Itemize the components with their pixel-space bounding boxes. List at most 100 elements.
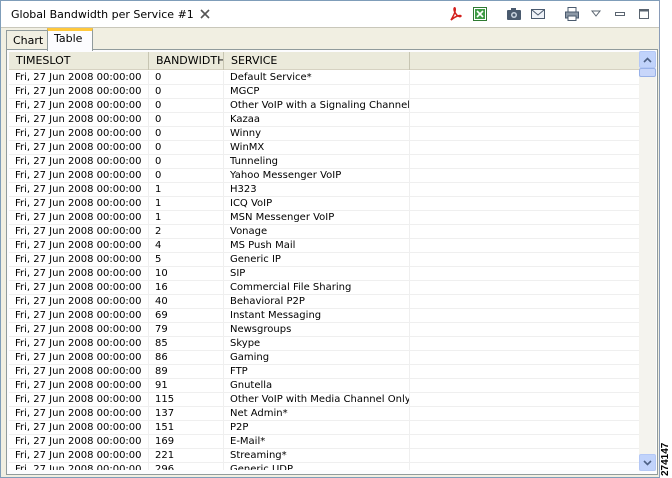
cell-filler — [410, 197, 639, 210]
cell-filler — [410, 183, 639, 196]
mail-icon[interactable] — [529, 5, 547, 23]
cell-filler — [410, 141, 639, 154]
table-row[interactable]: Fri, 27 Jun 2008 00:00:00 0 Default Servic… — [9, 71, 639, 85]
table-row[interactable]: Fri, 27 Jun 2008 00:00:00 5 Generic IP — [9, 253, 639, 267]
cell-timeslot: Fri, 27 Jun 2008 00:00:00 — [9, 365, 149, 378]
report-view: Global Bandwidth per Service #1 Chart Ta… — [0, 0, 660, 478]
close-icon[interactable] — [200, 8, 210, 20]
camera-icon[interactable] — [505, 5, 523, 23]
cell-service: Skype — [224, 337, 410, 350]
cell-filler — [410, 239, 639, 252]
table-row[interactable]: Fri, 27 Jun 2008 00:00:00 0 Winny — [9, 127, 639, 141]
table-row[interactable]: Fri, 27 Jun 2008 00:00:00 0 Tunneling — [9, 155, 639, 169]
cell-service: MS Push Mail — [224, 239, 410, 252]
cell-timeslot: Fri, 27 Jun 2008 00:00:00 — [9, 155, 149, 168]
table-panel: TIMESLOT BANDWIDTH SERVICE Fri, 27 Jun 2… — [6, 49, 658, 475]
cell-bandwidth: 296 — [149, 463, 224, 470]
cell-timeslot: Fri, 27 Jun 2008 00:00:00 — [9, 393, 149, 406]
cell-filler — [410, 281, 639, 294]
table-row[interactable]: Fri, 27 Jun 2008 00:00:00 296 Generic UDP — [9, 463, 639, 470]
scroll-up-button[interactable] — [639, 51, 656, 68]
table-row[interactable]: Fri, 27 Jun 2008 00:00:00 2 Vonage — [9, 225, 639, 239]
cell-filler — [410, 127, 639, 140]
cell-service: MSN Messenger VoIP — [224, 211, 410, 224]
vertical-scrollbar[interactable] — [639, 51, 656, 471]
table-row[interactable]: Fri, 27 Jun 2008 00:00:00 1 MSN Messenger … — [9, 211, 639, 225]
view-title-tab[interactable]: Global Bandwidth per Service #1 — [1, 1, 210, 27]
table-row[interactable]: Fri, 27 Jun 2008 00:00:00 0 Kazaa — [9, 113, 639, 127]
cell-filler — [410, 155, 639, 168]
cell-filler — [410, 379, 639, 392]
scroll-down-button[interactable] — [639, 454, 656, 471]
view-title: Global Bandwidth per Service #1 — [11, 7, 194, 21]
cell-timeslot: Fri, 27 Jun 2008 00:00:00 — [9, 85, 149, 98]
cell-service: Commercial File Sharing — [224, 281, 410, 294]
cell-service: Winny — [224, 127, 410, 140]
table-body: Fri, 27 Jun 2008 00:00:00 0 Default Servic… — [9, 71, 639, 470]
cell-timeslot: Fri, 27 Jun 2008 00:00:00 — [9, 141, 149, 154]
tab-table[interactable]: Table — [47, 28, 93, 51]
table-row[interactable]: Fri, 27 Jun 2008 00:00:00 151 P2P — [9, 421, 639, 435]
table-row[interactable]: Fri, 27 Jun 2008 00:00:00 40 Behavioral P2… — [9, 295, 639, 309]
table-row[interactable]: Fri, 27 Jun 2008 00:00:00 16 Commercial Fi… — [9, 281, 639, 295]
cell-filler — [410, 309, 639, 322]
table-row[interactable]: Fri, 27 Jun 2008 00:00:00 85 Skype — [9, 337, 639, 351]
print-icon[interactable] — [563, 5, 581, 23]
menu-icon[interactable] — [587, 5, 605, 23]
cell-timeslot: Fri, 27 Jun 2008 00:00:00 — [9, 239, 149, 252]
scroll-thumb[interactable] — [639, 68, 656, 77]
tab-strip: Chart Table — [6, 28, 658, 51]
cell-filler — [410, 225, 639, 238]
cell-bandwidth: 0 — [149, 99, 224, 112]
table-row[interactable]: Fri, 27 Jun 2008 00:00:00 0 Other VoIP wit… — [9, 99, 639, 113]
table-row[interactable]: Fri, 27 Jun 2008 00:00:00 4 MS Push Mail — [9, 239, 639, 253]
column-header-service[interactable]: SERVICE — [224, 52, 410, 70]
cell-filler — [410, 323, 639, 336]
cell-bandwidth: 0 — [149, 85, 224, 98]
table-row[interactable]: Fri, 27 Jun 2008 00:00:00 91 Gnutella — [9, 379, 639, 393]
column-header-timeslot[interactable]: TIMESLOT — [9, 52, 149, 70]
table-row[interactable]: Fri, 27 Jun 2008 00:00:00 0 MGCP — [9, 85, 639, 99]
pdf-icon[interactable] — [447, 5, 465, 23]
cell-service: Gaming — [224, 351, 410, 364]
table-row[interactable]: Fri, 27 Jun 2008 00:00:00 115 Other VoIP w… — [9, 393, 639, 407]
table-row[interactable]: Fri, 27 Jun 2008 00:00:00 10 SIP — [9, 267, 639, 281]
cell-filler — [410, 295, 639, 308]
table-row[interactable]: Fri, 27 Jun 2008 00:00:00 89 FTP — [9, 365, 639, 379]
cell-service: Tunneling — [224, 155, 410, 168]
table-row[interactable]: Fri, 27 Jun 2008 00:00:00 86 Gaming — [9, 351, 639, 365]
column-header-bandwidth[interactable]: BANDWIDTH — [149, 52, 224, 70]
cell-filler — [410, 85, 639, 98]
excel-icon[interactable] — [471, 5, 489, 23]
cell-timeslot: Fri, 27 Jun 2008 00:00:00 — [9, 435, 149, 448]
table-row[interactable]: Fri, 27 Jun 2008 00:00:00 169 E-Mail* — [9, 435, 639, 449]
cell-service: Instant Messaging — [224, 309, 410, 322]
table-row[interactable]: Fri, 27 Jun 2008 00:00:00 137 Net Admin* — [9, 407, 639, 421]
cell-bandwidth: 115 — [149, 393, 224, 406]
table-row[interactable]: Fri, 27 Jun 2008 00:00:00 0 Yahoo Messenge… — [9, 169, 639, 183]
table-row[interactable]: Fri, 27 Jun 2008 00:00:00 1 H323 — [9, 183, 639, 197]
maximize-icon[interactable] — [635, 5, 653, 23]
cell-bandwidth: 0 — [149, 113, 224, 126]
cell-bandwidth: 151 — [149, 421, 224, 434]
cell-service: Streaming* — [224, 449, 410, 462]
cell-service: Generic UDP — [224, 463, 410, 470]
view-title-bar: Global Bandwidth per Service #1 — [1, 1, 659, 28]
cell-bandwidth: 10 — [149, 267, 224, 280]
cell-filler — [410, 365, 639, 378]
cell-service: Behavioral P2P — [224, 295, 410, 308]
cell-timeslot: Fri, 27 Jun 2008 00:00:00 — [9, 127, 149, 140]
table-row[interactable]: Fri, 27 Jun 2008 00:00:00 221 Streaming* — [9, 449, 639, 463]
table-row[interactable]: Fri, 27 Jun 2008 00:00:00 69 Instant Messa… — [9, 309, 639, 323]
cell-bandwidth: 89 — [149, 365, 224, 378]
table-row[interactable]: Fri, 27 Jun 2008 00:00:00 1 ICQ VoIP — [9, 197, 639, 211]
cell-bandwidth: 40 — [149, 295, 224, 308]
table-row[interactable]: Fri, 27 Jun 2008 00:00:00 0 WinMX — [9, 141, 639, 155]
cell-filler — [410, 407, 639, 420]
table-row[interactable]: Fri, 27 Jun 2008 00:00:00 79 Newsgroups — [9, 323, 639, 337]
cell-filler — [410, 337, 639, 350]
cell-service: Net Admin* — [224, 407, 410, 420]
minimize-icon[interactable] — [611, 5, 629, 23]
cell-service: Gnutella — [224, 379, 410, 392]
tab-chart[interactable]: Chart — [6, 30, 48, 50]
